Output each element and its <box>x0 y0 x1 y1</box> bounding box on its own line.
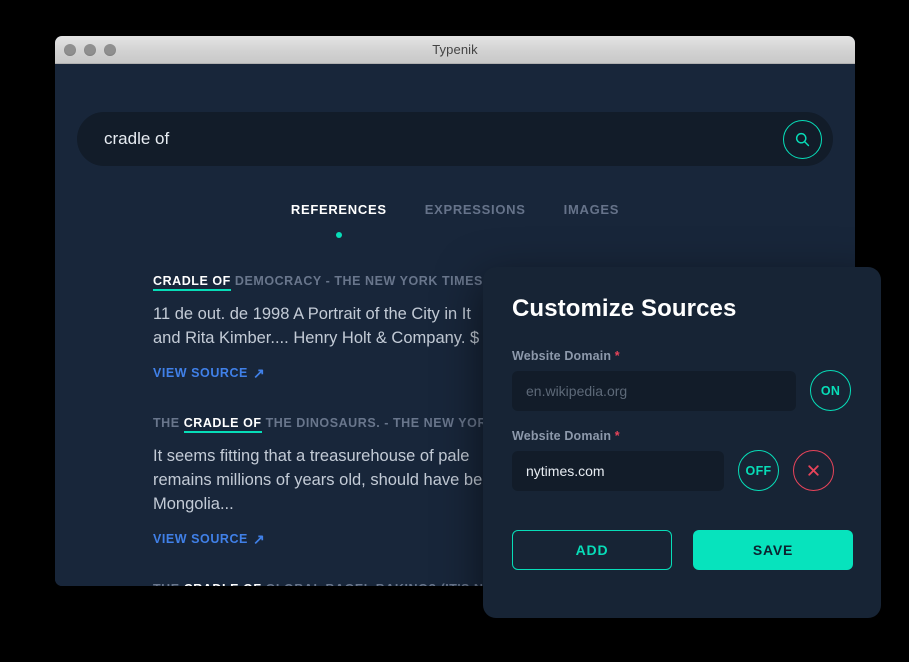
window-titlebar: Typenik <box>55 36 855 64</box>
required-asterisk: * <box>614 349 620 363</box>
result-title-match: CRADLE OF <box>183 582 262 586</box>
source-toggle-1-label: ON <box>820 383 841 398</box>
save-button[interactable]: SAVE <box>693 530 853 570</box>
close-button-icon[interactable] <box>64 43 76 56</box>
window-controls[interactable] <box>64 36 116 63</box>
website-domain-input-2[interactable] <box>512 450 724 491</box>
view-source-link[interactable]: VIEW SOURCE ↗ <box>153 532 265 546</box>
result-title-prefix: THE <box>153 582 184 586</box>
modal-title: Customize Sources <box>512 295 737 322</box>
customize-sources-modal: Customize Sources Website Domain * ON We… <box>483 267 881 618</box>
tab-bar: REFERENCES EXPRESSIONS IMAGES <box>55 202 855 238</box>
maximize-button-icon[interactable] <box>104 43 116 56</box>
result-title-suffix: DEMOCRACY - THE NEW YORK TIMES <box>230 274 483 288</box>
website-domain-label-text: Website Domain <box>512 429 612 443</box>
search-input[interactable] <box>77 128 783 150</box>
result-title-prefix: THE <box>153 416 184 430</box>
website-domain-label-text: Website Domain <box>512 349 612 363</box>
website-domain-input-1[interactable] <box>512 370 796 411</box>
view-source-label: VIEW SOURCE <box>153 366 248 380</box>
view-source-link[interactable]: VIEW SOURCE ↗ <box>153 366 265 380</box>
source-row-1: Website Domain * ON <box>512 349 854 411</box>
active-tab-indicator-dot <box>335 232 342 238</box>
search-bar <box>77 112 833 166</box>
result-title-match: CRADLE OF <box>183 416 262 433</box>
delete-source-button-2[interactable] <box>793 450 834 491</box>
tab-references-label: REFERENCES <box>290 202 387 217</box>
search-icon <box>795 132 810 146</box>
tab-references[interactable]: REFERENCES <box>290 202 387 238</box>
minimize-button-icon[interactable] <box>84 43 96 56</box>
add-source-button[interactable]: ADD <box>512 530 672 570</box>
window-title: Typenik <box>432 42 478 57</box>
source-toggle-2-label: OFF <box>745 463 772 478</box>
source-row-2: Website Domain * OFF <box>512 429 854 491</box>
tab-expressions-label: EXPRESSIONS <box>424 202 526 217</box>
tab-images-label: IMAGES <box>563 202 620 217</box>
source-row-2-controls: OFF <box>512 450 854 491</box>
search-button[interactable] <box>783 119 822 159</box>
tab-expressions[interactable]: EXPRESSIONS <box>425 202 526 221</box>
source-row-1-controls: ON <box>512 370 854 411</box>
website-domain-label: Website Domain * <box>512 429 854 443</box>
screenshot-stage: Typenik REFERENCES <box>0 0 909 662</box>
website-domain-label: Website Domain * <box>512 349 854 363</box>
close-icon <box>808 465 819 476</box>
external-link-arrow-icon: ↗ <box>252 365 266 381</box>
source-toggle-2[interactable]: OFF <box>738 450 779 491</box>
source-toggle-1[interactable]: ON <box>810 370 851 411</box>
modal-action-buttons: ADD SAVE <box>512 530 853 570</box>
required-asterisk: * <box>614 429 620 443</box>
result-title-match: CRADLE OF <box>153 274 231 291</box>
external-link-arrow-icon: ↗ <box>252 531 266 547</box>
view-source-label: VIEW SOURCE <box>153 532 248 546</box>
tab-images[interactable]: IMAGES <box>564 202 619 221</box>
